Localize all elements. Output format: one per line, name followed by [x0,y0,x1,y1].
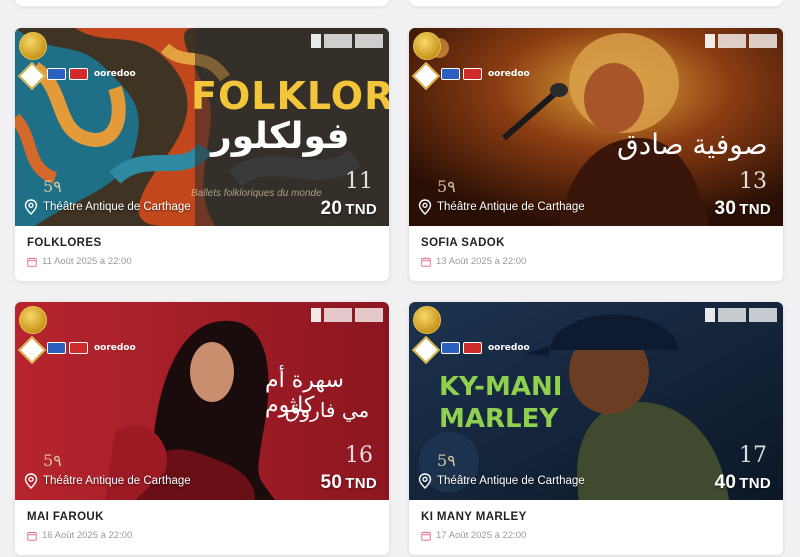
price-currency: TND [345,201,377,218]
price: 50 TND [321,472,377,494]
festival-logo [19,306,47,334]
poster-day: 11 [345,169,373,194]
event-date: 16 Août 2025 à 22:00 [42,530,133,541]
venue-name: Théâtre Antique de Carthage [43,201,191,213]
sponsor-badge [463,68,482,80]
poster-title-line2: MARLEY [439,404,559,434]
previous-card-right[interactable] [409,0,783,6]
poster-day: 16 [345,443,373,468]
sponsor-badge [47,68,66,80]
partner-logos [311,34,383,48]
festival-mark: 5٩ [43,177,62,196]
calendar-icon [421,257,431,267]
map-pin-icon [24,199,38,215]
poster-day: 13 [739,169,767,194]
poster-title: KY-MANI [439,372,563,402]
event-date-row: 13 Août 2025 à 22:00 [421,256,771,267]
price-amount: 30 [714,198,737,219]
sponsor-name: ooredoo [488,343,530,353]
event-info: FOLKLORES 11 Août 2025 à 22:00 [15,226,389,281]
event-card[interactable]: ooredoo KY-MANI MARLEY 5٩ 17 Théâtre Ant… [409,302,783,555]
poster-subtitle: Ballets folkloriques du monde [191,188,322,199]
sponsor-name: ooredoo [94,69,136,79]
sponsor-bar: ooredoo [47,342,136,354]
price: 40 TND [715,472,771,494]
poster-day: 17 [739,443,767,468]
venue-name: Théâtre Antique de Carthage [437,201,585,213]
event-card[interactable]: ooredoo سهرة أم كلثوم مي فاروق 5٩ 16 Thé… [15,302,389,555]
sponsor-bar: ooredoo [441,68,530,80]
event-date: 11 Août 2025 à 22:00 [42,256,132,267]
poster-title: FOLKLORES [191,74,389,118]
event-info: KI MANY MARLEY 17 Août 2025 à 22:00 [409,500,783,555]
festival-logo [19,32,47,60]
event-title[interactable]: SOFIA SADOK [421,237,771,249]
price-currency: TND [345,475,377,492]
festival-logo [413,32,441,60]
event-info: MAI FAROUK 16 Août 2025 à 22:00 [15,500,389,555]
map-pin-icon [418,199,432,215]
festival-mark: 5٩ [43,451,62,470]
venue-row: Théâtre Antique de Carthage [24,473,191,489]
poster-background [409,28,783,226]
calendar-icon [27,531,37,541]
price-amount: 50 [320,472,343,493]
map-pin-icon [24,473,38,489]
sponsor-bar: ooredoo [47,68,136,80]
price: 30 TND [715,198,771,220]
event-date: 13 Août 2025 à 22:00 [436,256,527,267]
event-card[interactable]: ooredoo صوفية صادق 5٩ 13 Théâtre Antique… [409,28,783,281]
event-title[interactable]: KI MANY MARLEY [421,511,771,523]
price-amount: 40 [714,472,737,493]
partner-logos [311,308,383,322]
sponsor-badge [441,342,460,354]
festival-logo [413,306,441,334]
calendar-icon [421,531,431,541]
price-currency: TND [739,201,771,218]
event-poster[interactable]: ooredoo FOLKLORES فولكلور Ballets folklo… [15,28,389,226]
sponsor-bar: ooredoo [441,342,530,354]
venue-row: Théâtre Antique de Carthage [418,473,585,489]
partner-logos [705,308,777,322]
price: 20 TND [321,198,377,220]
price-amount: 20 [320,198,343,219]
sponsor-badge [463,342,482,354]
sponsor-badge [441,68,460,80]
calendar-icon [27,257,37,267]
partner-logos [705,34,777,48]
sponsor-badge [47,342,66,354]
event-date-row: 17 Août 2025 à 22:00 [421,530,771,541]
venue-name: Théâtre Antique de Carthage [43,475,191,487]
festival-mark: 5٩ [437,451,456,470]
sponsor-badge [69,68,88,80]
event-date: 17 Août 2025 à 22:00 [436,530,527,541]
venue-row: Théâtre Antique de Carthage [418,199,585,215]
event-poster[interactable]: ooredoo KY-MANI MARLEY 5٩ 17 Théâtre Ant… [409,302,783,500]
previous-card-left[interactable] [15,0,389,6]
event-poster[interactable]: ooredoo صوفية صادق 5٩ 13 Théâtre Antique… [409,28,783,226]
event-title[interactable]: MAI FAROUK [27,511,377,523]
map-pin-icon [418,473,432,489]
sponsor-name: ooredoo [94,343,136,353]
event-date-row: 11 Août 2025 à 22:00 [27,256,377,267]
event-card[interactable]: ooredoo FOLKLORES فولكلور Ballets folklo… [15,28,389,281]
price-currency: TND [739,475,771,492]
event-date-row: 16 Août 2025 à 22:00 [27,530,377,541]
event-title[interactable]: FOLKLORES [27,237,377,249]
event-info: SOFIA SADOK 13 Août 2025 à 22:00 [409,226,783,281]
poster-arabic-title: فولكلور [211,116,350,157]
event-poster[interactable]: ooredoo سهرة أم كلثوم مي فاروق 5٩ 16 Thé… [15,302,389,500]
poster-arabic-subtitle: مي فاروق [285,398,370,422]
sponsor-badge [69,342,88,354]
venue-row: Théâtre Antique de Carthage [24,199,191,215]
venue-name: Théâtre Antique de Carthage [437,475,585,487]
festival-mark: 5٩ [437,177,456,196]
sponsor-name: ooredoo [488,69,530,79]
poster-arabic-title: صوفية صادق [617,128,768,161]
